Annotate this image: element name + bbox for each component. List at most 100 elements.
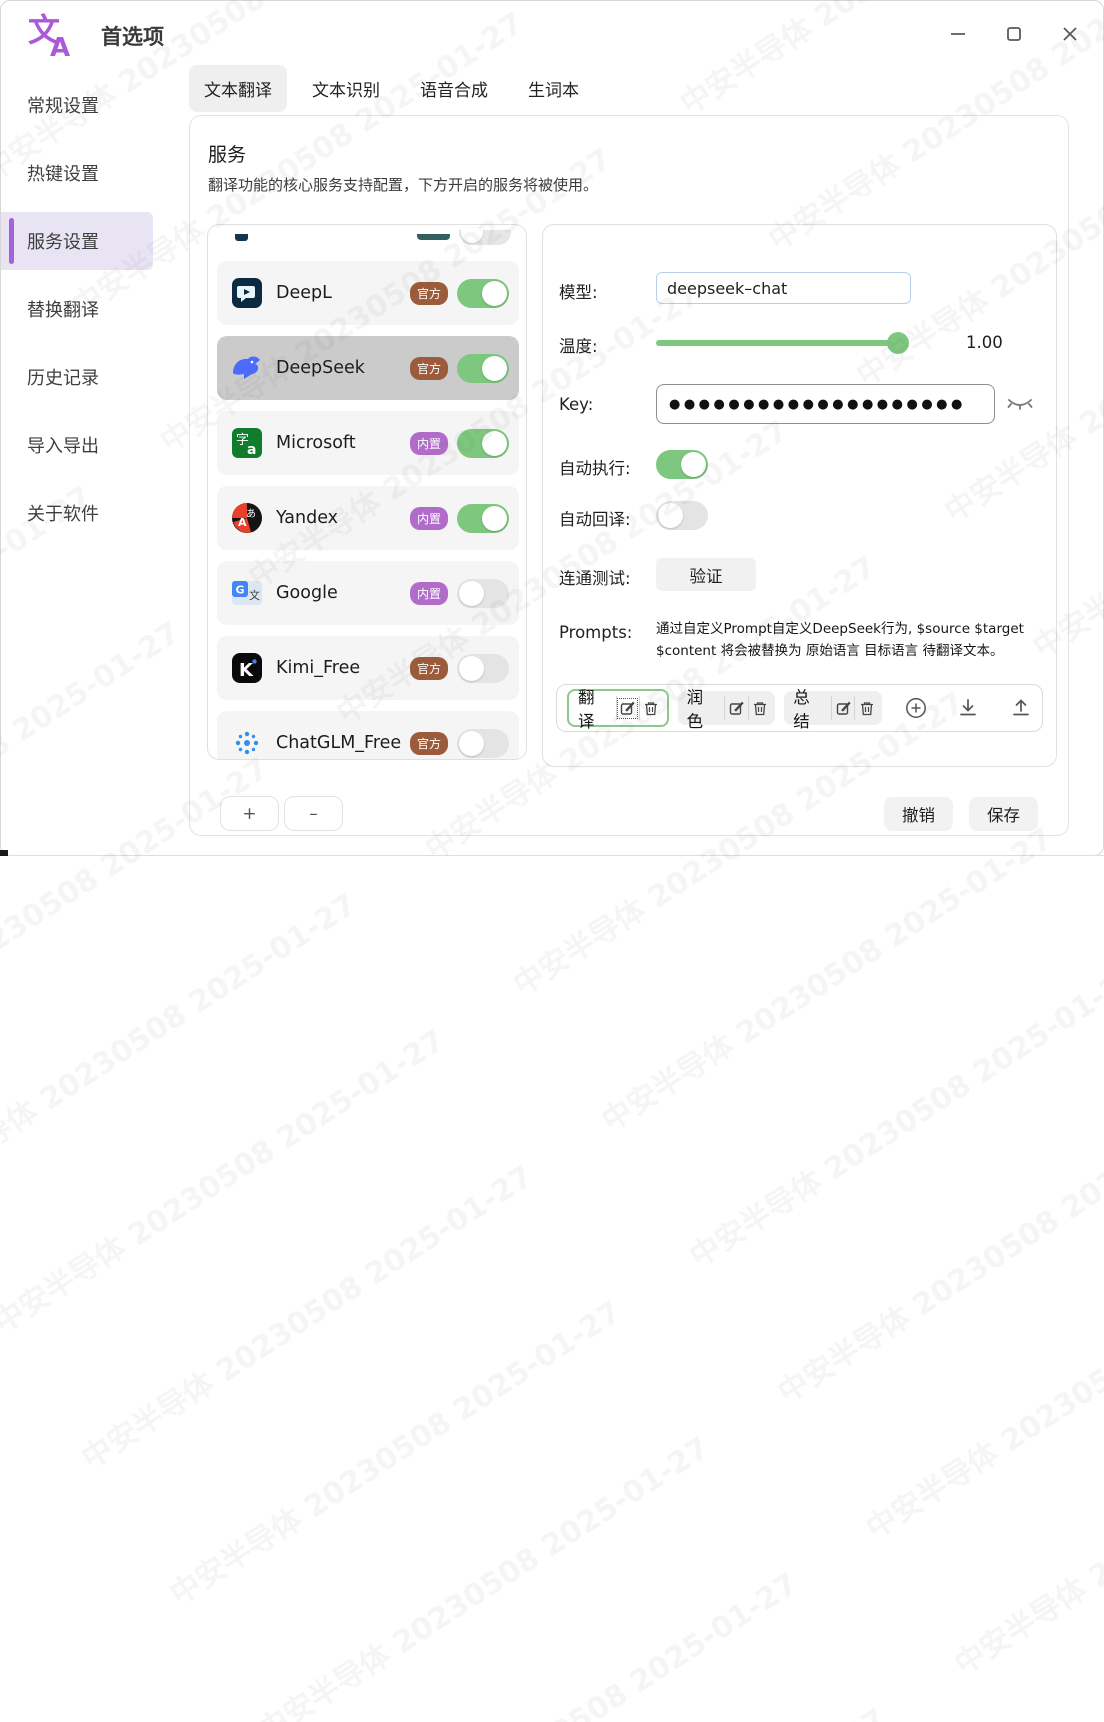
preferences-window: 文 A 首选项 常规设置 热键设置 服务设置 替换翻译 历史记录 导入导出 关于… bbox=[0, 0, 1104, 856]
deepl-icon bbox=[231, 277, 263, 309]
sidebar-item-about[interactable]: 关于软件 bbox=[1, 479, 187, 547]
prompt-chip-summarize[interactable]: 总结 bbox=[784, 691, 882, 725]
tab-speech-synthesis[interactable]: 语音合成 bbox=[405, 65, 503, 112]
badge-official: 官方 bbox=[410, 657, 448, 680]
remove-service-button[interactable]: – bbox=[284, 796, 343, 831]
badge-builtin: 内置 bbox=[410, 507, 448, 530]
footer-actions: 撤销 保存 bbox=[884, 797, 1038, 831]
service-toggle[interactable] bbox=[457, 429, 509, 458]
service-row-google[interactable]: G 文 Google 内置 bbox=[217, 561, 519, 625]
export-prompts-icon[interactable] bbox=[1010, 696, 1032, 720]
badge-official: 官方 bbox=[410, 357, 448, 380]
service-row-chatglm[interactable]: ChatGLM_Free 官方 bbox=[217, 711, 519, 760]
model-label: 模型: bbox=[559, 279, 598, 303]
service-toggle[interactable] bbox=[457, 354, 509, 383]
badge-official: 官方 bbox=[410, 282, 448, 305]
partial-service-badge bbox=[417, 234, 450, 240]
service-toggle[interactable] bbox=[457, 504, 509, 533]
delete-prompt-icon[interactable] bbox=[854, 696, 877, 720]
sidebar-item-general[interactable]: 常规设置 bbox=[1, 71, 187, 139]
chatglm-icon bbox=[231, 727, 263, 759]
service-row-deepseek[interactable]: DeepSeek 官方 bbox=[217, 336, 519, 400]
service-row-yandex[interactable]: A あ Yandex 内置 bbox=[217, 486, 519, 550]
auto-back-translate-toggle[interactable] bbox=[656, 501, 708, 530]
verify-button[interactable]: 验证 bbox=[656, 558, 756, 591]
tab-bar: 文本翻译 文本识别 语音合成 生词本 bbox=[189, 65, 594, 112]
yandex-translate-icon: A あ bbox=[231, 502, 263, 534]
sidebar-item-hotkeys[interactable]: 热键设置 bbox=[1, 139, 187, 207]
svg-text:K: K bbox=[239, 660, 254, 681]
service-toggle[interactable] bbox=[457, 279, 509, 308]
section-title: 服务 bbox=[208, 140, 246, 167]
window-title: 首选项 bbox=[101, 21, 164, 51]
temperature-value: 1.00 bbox=[966, 333, 1003, 352]
screen-edge-line bbox=[0, 855, 1104, 856]
add-prompt-icon[interactable] bbox=[905, 696, 927, 720]
edit-prompt-icon[interactable] bbox=[616, 696, 639, 720]
auto-back-translate-label: 自动回译: bbox=[559, 506, 631, 530]
key-label: Key: bbox=[559, 395, 593, 414]
service-row-deepl[interactable]: DeepL 官方 bbox=[217, 261, 519, 325]
badge-builtin: 内置 bbox=[410, 432, 448, 455]
taskbar-peek-mark bbox=[0, 850, 8, 856]
section-description: 翻译功能的核心服务支持配置，下方开启的服务将被使用。 bbox=[208, 174, 598, 195]
temperature-slider-track[interactable] bbox=[656, 340, 901, 346]
sidebar-item-services[interactable]: 服务设置 bbox=[1, 207, 187, 275]
prompt-chip-polish[interactable]: 润色 bbox=[678, 691, 776, 725]
badge-builtin: 内置 bbox=[410, 582, 448, 605]
service-row-partial-scrolled[interactable] bbox=[217, 234, 519, 250]
api-key-input[interactable]: ●●●●●●●●●●●●●●●●●●●● bbox=[656, 384, 995, 424]
tab-content-card: 服务 翻译功能的核心服务支持配置，下方开启的服务将被使用。 DeepL 官方 bbox=[189, 115, 1069, 836]
service-list[interactable]: DeepL 官方 DeepSeek 官方 字 a Micros bbox=[207, 224, 527, 760]
app-logo-translate-icon: 文 A bbox=[27, 11, 77, 59]
microsoft-translator-icon: 字 a bbox=[231, 427, 263, 459]
edit-prompt-icon[interactable] bbox=[831, 696, 854, 720]
eye-closed-icon[interactable] bbox=[1007, 395, 1033, 413]
import-prompts-icon[interactable] bbox=[958, 696, 980, 720]
service-detail-panel: 模型: deepseek–chat 温度: 1.00 Key: ●●●●●●●●… bbox=[542, 224, 1057, 767]
connectivity-test-label: 连通测试: bbox=[559, 565, 631, 589]
tab-text-translation[interactable]: 文本翻译 bbox=[189, 65, 287, 112]
service-row-microsoft[interactable]: 字 a Microsoft 内置 bbox=[217, 411, 519, 475]
delete-prompt-icon[interactable] bbox=[639, 696, 662, 720]
edit-prompt-icon[interactable] bbox=[724, 696, 747, 720]
kimi-icon: K bbox=[231, 652, 263, 684]
service-toggle[interactable] bbox=[457, 729, 509, 758]
save-button[interactable]: 保存 bbox=[969, 797, 1038, 831]
minimize-button[interactable] bbox=[947, 23, 969, 45]
sidebar-item-import-export[interactable]: 导入导出 bbox=[1, 411, 187, 479]
close-button[interactable] bbox=[1059, 23, 1081, 45]
svg-text:A: A bbox=[50, 33, 70, 59]
sidebar: 常规设置 热键设置 服务设置 替换翻译 历史记录 导入导出 关于软件 bbox=[1, 71, 187, 547]
auto-execute-label: 自动执行: bbox=[559, 455, 631, 479]
svg-text:あ: あ bbox=[246, 508, 256, 520]
partial-service-icon bbox=[235, 234, 248, 241]
svg-text:文: 文 bbox=[249, 588, 260, 602]
sidebar-item-history[interactable]: 历史记录 bbox=[1, 343, 187, 411]
tab-text-recognition[interactable]: 文本识别 bbox=[297, 65, 395, 112]
badge-official: 官方 bbox=[410, 732, 448, 755]
prompts-description: 通过自定义Prompt自定义DeepSeek行为, $source $targe… bbox=[656, 619, 1048, 662]
service-toggle[interactable] bbox=[457, 579, 509, 608]
deepseek-icon bbox=[231, 352, 263, 384]
temperature-slider-knob[interactable] bbox=[887, 332, 909, 354]
svg-text:G: G bbox=[236, 584, 245, 597]
prompts-label: Prompts: bbox=[559, 623, 632, 642]
service-row-kimi[interactable]: K Kimi_Free 官方 bbox=[217, 636, 519, 700]
service-list-actions: + – bbox=[220, 796, 343, 831]
svg-text:a: a bbox=[247, 442, 256, 458]
sidebar-selected-bar bbox=[9, 218, 14, 264]
undo-button[interactable]: 撤销 bbox=[884, 797, 953, 831]
delete-prompt-icon[interactable] bbox=[748, 696, 771, 720]
prompt-chip-translate[interactable]: 翻译 bbox=[567, 689, 669, 727]
temperature-label: 温度: bbox=[559, 333, 598, 357]
service-toggle[interactable] bbox=[457, 654, 509, 683]
auto-execute-toggle[interactable] bbox=[656, 450, 708, 479]
model-input[interactable]: deepseek–chat bbox=[656, 272, 911, 304]
titlebar: 文 A 首选项 bbox=[1, 1, 1103, 67]
add-service-button[interactable]: + bbox=[220, 796, 279, 831]
prompt-chips-bar: 翻译 润色 bbox=[556, 684, 1043, 732]
maximize-button[interactable] bbox=[1003, 23, 1025, 45]
sidebar-item-replace-translate[interactable]: 替换翻译 bbox=[1, 275, 187, 343]
tab-vocabulary[interactable]: 生词本 bbox=[513, 65, 594, 112]
